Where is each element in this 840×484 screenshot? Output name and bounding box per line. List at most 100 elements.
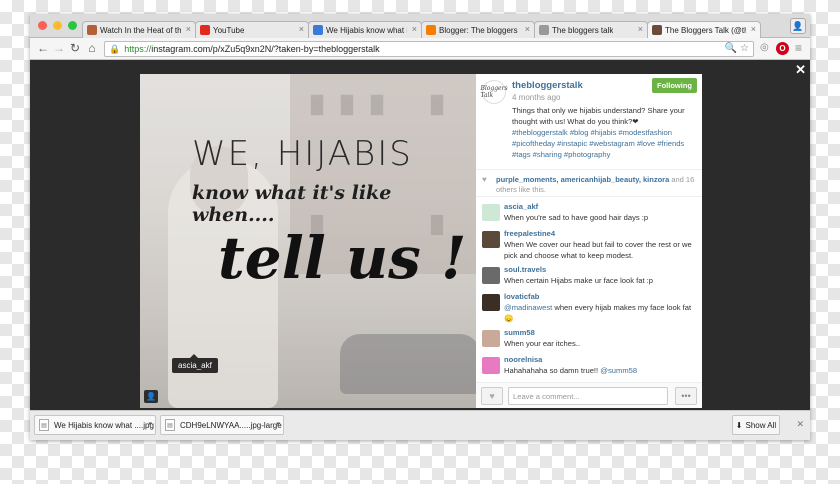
image-subheading: know what it's like when.... (192, 182, 392, 226)
image-call-to-action: tell us ! (218, 224, 467, 292)
tab-label: YouTube (213, 25, 245, 35)
maximize-window-button[interactable] (68, 21, 77, 30)
comment-item: noorelnisa Hahahahaha so damn true!! @sum… (476, 355, 702, 378)
more-options-button[interactable]: ••• (675, 387, 697, 405)
comment-text: @madinawest when every hijab makes my fa… (504, 302, 696, 324)
post-header: Bloggers Talk thebloggerstalk Following … (476, 74, 702, 170)
comment-item: summ58 When your ear itches.. (476, 328, 702, 351)
comment-item: soul.travels When certain Hijabs make ur … (476, 265, 702, 288)
heart-icon: ♥ (482, 175, 487, 184)
download-item[interactable]: ▤ CDH9eLNWYAA.....jpg-large ▾ (160, 415, 284, 435)
comment-username[interactable]: soul.travels (504, 265, 696, 275)
file-icon: ▤ (165, 419, 175, 431)
people-tag-icon[interactable]: 👤 (144, 390, 158, 403)
close-download-bar-icon[interactable]: ✕ (796, 419, 804, 430)
chevron-down-icon[interactable]: ▾ (148, 420, 152, 428)
comment-body: When We cover our head but fail to cover… (504, 240, 692, 260)
comment-username[interactable]: freepalestine4 (504, 229, 696, 239)
close-tab-icon[interactable]: × (751, 24, 756, 34)
browser-tab[interactable]: The bloggers talk × (534, 21, 648, 38)
opera-icon[interactable]: O (776, 42, 789, 55)
tab-label: The bloggers talk (552, 25, 614, 35)
comment-mention[interactable]: @summ58 (600, 366, 637, 375)
comment-text: When your ear itches.. (504, 338, 696, 349)
photo-user-tag[interactable]: ascia_akf (172, 354, 218, 373)
home-icon[interactable]: ⌂ (85, 41, 99, 55)
caption-text: Things that only we hijabis understand? … (512, 106, 685, 126)
browser-window: Watch In the Heat of the × YouTube × We Hija… (30, 14, 810, 440)
avatar[interactable] (482, 267, 500, 284)
file-icon: ▤ (39, 419, 49, 431)
browser-toolbar: ← → ↻ ⌂ 🔒 https:// instagram.com/p/xZu5q… (30, 38, 810, 60)
instagram-icon (652, 25, 662, 35)
comment-username[interactable]: summ58 (504, 328, 696, 338)
avatar[interactable] (482, 231, 500, 248)
post-photo[interactable]: WE, HIJABIS know what it's like when....… (140, 74, 476, 408)
likers-names[interactable]: purple_moments, americanhijab_beauty, ki… (496, 175, 669, 184)
zoom-icon[interactable]: 🔍 ☆ (725, 43, 749, 54)
image-heading: WE, HIJABIS (192, 134, 413, 174)
forward-icon[interactable]: → (52, 41, 66, 55)
browser-tab[interactable]: Blogger: The bloggers ta × (421, 21, 535, 38)
menu-icon[interactable]: ≡ (795, 41, 802, 55)
close-tab-icon[interactable]: × (412, 24, 417, 34)
comment-item: lovaticfab @madinawest when every hijab m… (476, 292, 702, 324)
avatar[interactable] (482, 294, 500, 311)
extension-icon[interactable]: ◎ (760, 42, 769, 53)
film-icon (87, 25, 97, 35)
show-all-downloads-button[interactable]: ⬇ Show All (732, 415, 780, 435)
minimize-window-button[interactable] (53, 21, 62, 30)
comment-username[interactable]: noorelnisa (504, 355, 696, 365)
browser-tab[interactable]: YouTube × (195, 21, 309, 38)
browser-tab[interactable]: Watch In the Heat of the × (82, 21, 196, 38)
caption-hashtags[interactable]: #thebloggerstalk #blog #hijabis #modestf… (512, 128, 684, 159)
comment-body: When your ear itches.. (504, 339, 580, 348)
download-filename: We Hijabis know what ....jpg (54, 420, 154, 430)
comment-body: When certain Hijabs make ur face look fa… (504, 276, 653, 285)
youtube-icon (200, 25, 210, 35)
browser-tab[interactable]: We Hijabis know what it × (308, 21, 422, 38)
blogger-icon (426, 25, 436, 35)
title-bar: Watch In the Heat of the × YouTube × We Hija… (30, 14, 810, 38)
comment-text: When certain Hijabs make ur face look fa… (504, 275, 696, 286)
address-bar[interactable]: 🔒 https:// instagram.com/p/xZu5q9xn2N/?t… (104, 41, 754, 57)
url-scheme: https:// (124, 44, 152, 54)
comment-body: Hahahahaha so damn true!! (504, 366, 601, 375)
lock-icon: 🔒 (109, 43, 121, 54)
profile-icon[interactable]: 👤 (790, 18, 806, 34)
comment-text: When you're sad to have good hair days :… (504, 212, 696, 223)
comment-username[interactable]: lovaticfab (504, 292, 696, 302)
avatar[interactable] (482, 330, 500, 347)
comment-footer: ♥ Leave a comment... ••• (476, 382, 702, 408)
tab-label: Blogger: The bloggers ta (439, 25, 520, 35)
tab-label: We Hijabis know what it (326, 25, 407, 35)
like-button[interactable]: ♥ (481, 387, 503, 405)
post-side-panel: Bloggers Talk thebloggerstalk Following … (476, 74, 702, 408)
comment-item: freepalestine4 When We cover our head but… (476, 229, 702, 261)
back-icon[interactable]: ← (36, 41, 50, 55)
page-viewport: ✕ WE, HIJABIS know what it's like when..… (30, 60, 810, 410)
close-tab-icon[interactable]: × (638, 24, 643, 34)
comment-input[interactable]: Leave a comment... (508, 387, 668, 405)
avatar[interactable] (482, 204, 500, 221)
browser-tab[interactable]: The Bloggers Talk (@thet × (647, 21, 761, 38)
following-button[interactable]: Following (652, 78, 697, 93)
post-timestamp[interactable]: 4 months ago (512, 93, 696, 102)
close-tab-icon[interactable]: × (525, 24, 530, 34)
avatar[interactable] (482, 357, 500, 374)
comment-username[interactable]: ascia_akf (504, 202, 696, 212)
comment-mention[interactable]: @madinawest (504, 303, 552, 312)
download-filename: CDH9eLNWYAA.....jpg-large (180, 420, 282, 430)
close-icon[interactable]: ✕ (795, 62, 806, 78)
reload-icon[interactable]: ↻ (68, 41, 82, 55)
url-text: instagram.com/p/xZu5q9xn2N/?taken-by=the… (151, 44, 380, 54)
show-all-label: Show All (745, 420, 777, 430)
chevron-down-icon[interactable]: ▾ (276, 420, 280, 428)
close-tab-icon[interactable]: × (186, 24, 191, 34)
close-tab-icon[interactable]: × (299, 24, 304, 34)
avatar[interactable]: Bloggers Talk (480, 80, 508, 104)
download-item[interactable]: ▤ We Hijabis know what ....jpg ▾ (34, 415, 156, 435)
close-window-button[interactable] (38, 21, 47, 30)
comment-list: ascia_akf When you're sad to have good ha… (476, 198, 702, 382)
tab-strip: Watch In the Heat of the × YouTube × We Hija… (82, 21, 761, 38)
